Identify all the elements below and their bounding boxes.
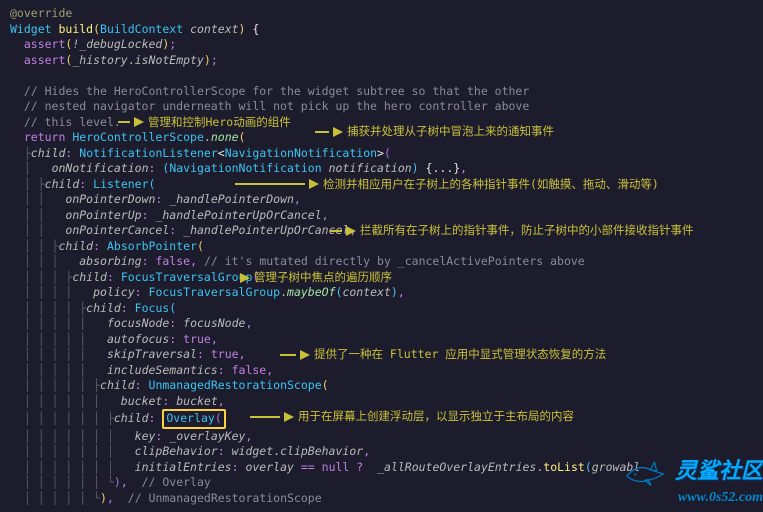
line-pc: │ │ onPointerCancel: _handlePointerUpOrC… (10, 223, 753, 239)
annotation-5: 管理子树中焦点的遍历顺序 (240, 270, 392, 286)
shark-icon (624, 459, 668, 489)
line-absorb: │ │ ├child: AbsorbPointer( (10, 239, 753, 255)
line-pd: │ │ onPointerDown: _handlePointerDown, (10, 192, 753, 208)
overlay-highlight: Overlay( (162, 409, 225, 429)
line-return: return HeroControllerScope.none( 捕获并处理从子… (10, 130, 753, 146)
annotation-1: 管理和控制Hero动画的组件 (118, 115, 291, 131)
annotation-7: 用于在屏幕上创建浮动层，以显示独立于主布局的内容 (250, 409, 574, 425)
annotation-4: 拦截所有在子树上的指针事件，防止子树中的小部件接收指针事件 (330, 223, 694, 239)
line-ftg: │ │ │ ├child: FocusTraversalGroup( 管理子树中… (10, 270, 753, 286)
annotation-2: 捕获并处理从子树中冒泡上来的通知事件 (315, 124, 554, 140)
code-editor: @override Widget build(BuildContext cont… (10, 6, 753, 507)
line-autofocus: │ │ │ │ │ autofocus: true, (10, 332, 753, 348)
line-annotation: @override (10, 6, 753, 22)
line-comment1: // Hides the HeroControllerScope for the… (10, 84, 753, 100)
annotation-3: 检测并相应用户在子树上的各种指针事件(如触摸、拖动、滑动等) (235, 177, 659, 193)
line-onnotif: │ onNotification: (NavigationNotificatio… (10, 161, 753, 177)
line-sem: │ │ │ │ │ includeSemantics: false, (10, 363, 753, 379)
line-focus: │ │ │ │ ├child: Focus( (10, 301, 753, 317)
annotation-6: 提供了一种在 Flutter 应用中显式管理状态恢复的方法 (280, 347, 606, 363)
watermark: 灵鲨社区 www.0s52.com (624, 456, 763, 508)
line-comment2: // nested navigator underneath will not … (10, 99, 753, 115)
line-pu: │ │ onPointerUp: _handlePointerUpOrCance… (10, 208, 753, 224)
watermark-brand: 灵鲨社区 (675, 458, 763, 483)
line-assert1: assert(!_debugLocked); (10, 37, 753, 53)
line-assert2: assert(_history.isNotEmpty); (10, 53, 753, 69)
line-key: │ │ │ │ │ │ │ key: _overlayKey, (10, 429, 753, 445)
line-nl: ├child: NotificationListener<NavigationN… (10, 146, 753, 162)
watermark-url: www.0s52.com (624, 489, 763, 508)
line-listener: │ ├child: Listener( 检测并相应用户在子树上的各种指针事件(如… (10, 177, 753, 193)
line-skip: │ │ │ │ │ skipTraversal: true, 提供了一种在 Fl… (10, 347, 753, 363)
line-bucket: │ │ │ │ │ │ bucket: bucket, (10, 394, 753, 410)
line-signature: Widget build(BuildContext context) { (10, 22, 753, 38)
line-overlay: │ │ │ │ │ │ ├child: Overlay( 用于在屏幕上创建浮动层… (10, 409, 753, 429)
line-absorbing: │ │ │ absorbing: false, // it's mutated … (10, 254, 753, 270)
line-policy: │ │ │ │ policy: FocusTraversalGroup.mayb… (10, 285, 753, 301)
line-urs: │ │ │ │ │ ├child: UnmanagedRestorationSc… (10, 378, 753, 394)
line-focusnode: │ │ │ │ │ focusNode: focusNode, (10, 316, 753, 332)
